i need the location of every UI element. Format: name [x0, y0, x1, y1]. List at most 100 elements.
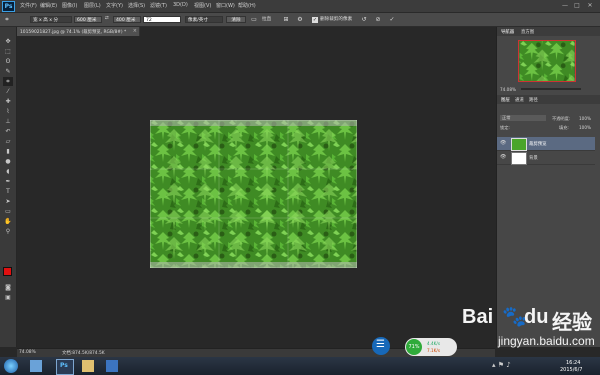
- gear-icon[interactable]: ⚙: [296, 16, 304, 23]
- reset-icon[interactable]: ↺: [360, 16, 368, 23]
- clock-date[interactable]: 2015/6/7: [560, 367, 582, 373]
- resolution-unit-select[interactable]: 像素/英寸: [185, 16, 223, 23]
- ie-icon[interactable]: [30, 360, 42, 372]
- overlay-grid-icon[interactable]: ⊞: [282, 16, 290, 23]
- photoshop-taskbar-icon[interactable]: Ps: [56, 359, 74, 375]
- minimize-button[interactable]: —: [560, 2, 570, 9]
- document-tab-title: 10159021827.jpg @ 74.1% (裁剪预览, RGB/8#) *: [20, 30, 127, 35]
- dodge-tool-icon[interactable]: ◖: [3, 167, 13, 176]
- wifi-icon[interactable]: ☰: [372, 337, 390, 355]
- menu-help[interactable]: 帮助(H): [238, 2, 256, 9]
- maximize-button[interactable]: □: [572, 2, 582, 9]
- menu-file[interactable]: 文件(F): [20, 2, 37, 9]
- layers-tabbar: 图层 通道 路径: [497, 95, 600, 104]
- pen-tool-icon[interactable]: ✒: [3, 177, 13, 186]
- layer-name[interactable]: 裁剪预览: [529, 141, 547, 147]
- quick-mask-icon[interactable]: ◙: [3, 283, 13, 292]
- blend-mode-select[interactable]: 正常: [500, 115, 546, 121]
- lock-label: 锁定:: [500, 125, 510, 130]
- menu-edit[interactable]: 编辑(E): [40, 2, 57, 9]
- opacity-value[interactable]: 100%: [579, 116, 591, 121]
- crop-ratio-select[interactable]: 宽 x 高 x 分: [30, 16, 72, 23]
- marquee-tool-icon[interactable]: ⬚: [3, 47, 13, 56]
- history-brush-icon[interactable]: ↶: [3, 127, 13, 136]
- crop-tool-icon-active[interactable]: ⌗: [3, 77, 13, 86]
- foreground-color-swatch[interactable]: [3, 267, 12, 276]
- blur-tool-icon[interactable]: ●: [3, 157, 13, 166]
- straighten-icon[interactable]: ▭: [250, 16, 258, 23]
- folder-icon[interactable]: [82, 360, 94, 372]
- menu-filter[interactable]: 滤镜(T): [150, 2, 167, 9]
- network-upload: 4.4K/s: [427, 341, 440, 346]
- menu-3d[interactable]: 3D(D): [173, 2, 188, 8]
- navigator-zoom[interactable]: 74.08%: [500, 87, 516, 92]
- navigator-zoom-slider[interactable]: [521, 88, 581, 90]
- quick-select-tool-icon[interactable]: ✎: [3, 67, 13, 76]
- menu-select[interactable]: 选择(S): [128, 2, 145, 9]
- tools-panel: ✥ ⬚ ʘ ✎ ⌗ ⁄ ✚ ⌇ ⊥ ↶ ▱ ▮ ● ◖ ✒ T ➤ ▭ ✋ ⚲ …: [0, 27, 17, 347]
- eye-icon[interactable]: 👁: [500, 140, 506, 146]
- gradient-tool-icon[interactable]: ▮: [3, 147, 13, 156]
- tray-icons[interactable]: ▴ ⚑ ♪: [492, 361, 511, 369]
- menu-bar: Ps 文件(F) 编辑(E) 图像(I) 图层(L) 文字(Y) 选择(S) 滤…: [0, 0, 600, 13]
- tab-navigator[interactable]: 导航器: [501, 29, 514, 35]
- cancel-icon[interactable]: ⊘: [374, 16, 382, 23]
- layer-name[interactable]: 背景: [529, 155, 538, 161]
- brush-tool-icon[interactable]: ⌇: [3, 107, 13, 116]
- healing-brush-icon[interactable]: ✚: [3, 97, 13, 106]
- hand-tool-icon[interactable]: ✋: [3, 217, 13, 226]
- tab-histogram[interactable]: 直方图: [521, 29, 534, 35]
- shape-tool-icon[interactable]: ▭: [3, 207, 13, 216]
- menu-view[interactable]: 视图(V): [194, 2, 211, 9]
- commit-checkmark-icon[interactable]: ✓: [388, 16, 396, 23]
- baidu-logo-du: du: [524, 306, 549, 328]
- lasso-tool-icon[interactable]: ʘ: [3, 57, 13, 66]
- path-select-icon[interactable]: ➤: [3, 197, 13, 206]
- windows-taskbar: Ps ▴ ⚑ ♪ 16:24 2015/6/7: [0, 357, 600, 375]
- image-canvas-ivy-leaves[interactable]: [150, 120, 357, 268]
- menu-type[interactable]: 文字(Y): [106, 2, 123, 9]
- navigator-thumbnail[interactable]: [518, 40, 576, 82]
- document-tab[interactable]: 10159021827.jpg @ 74.1% (裁剪预览, RGB/8#) *…: [17, 27, 140, 36]
- crop-tool-icon[interactable]: ⌗: [3, 16, 11, 23]
- resolution-field[interactable]: 72: [143, 16, 181, 23]
- tab-layers[interactable]: 图层: [501, 97, 510, 103]
- photoshop-logo: Ps: [2, 1, 15, 12]
- tab-channels[interactable]: 通道: [515, 97, 524, 103]
- crop-height-field[interactable]: 400 厘米: [113, 16, 141, 23]
- start-button[interactable]: [4, 359, 18, 373]
- crop-width-field[interactable]: 600 厘米: [74, 16, 102, 23]
- network-download: 7.1K/s: [427, 348, 440, 353]
- clear-button[interactable]: 清除: [226, 16, 246, 23]
- layer-row-background[interactable]: 👁 背景: [497, 151, 595, 165]
- move-tool-icon[interactable]: ✥: [3, 37, 13, 46]
- close-window-button[interactable]: ✕: [585, 2, 595, 9]
- zoom-tool-icon[interactable]: ⚲: [3, 227, 13, 236]
- clock-time[interactable]: 16:24: [566, 360, 580, 366]
- swap-icon[interactable]: ⇄: [105, 16, 109, 21]
- delete-cropped-checkbox[interactable]: ✓: [312, 17, 318, 23]
- document-size: 文档:874.5K/874.5K: [62, 351, 105, 356]
- menu-window[interactable]: 窗口(W): [216, 2, 235, 9]
- clone-stamp-icon[interactable]: ⊥: [3, 117, 13, 126]
- navigator-tabbar: 导航器 直方图: [497, 27, 600, 36]
- straighten-label[interactable]: 拉直: [262, 16, 271, 22]
- close-icon[interactable]: ×: [133, 28, 137, 34]
- eye-icon[interactable]: 👁: [500, 154, 506, 160]
- screen-mode-icon[interactable]: ▣: [3, 293, 13, 302]
- zoom-level[interactable]: 74.08%: [19, 350, 36, 355]
- app-icon[interactable]: [106, 360, 118, 372]
- layer-thumbnail: [511, 152, 527, 165]
- delete-cropped-label[interactable]: 删除裁剪的像素: [320, 16, 352, 22]
- baidu-url: jingyan.baidu.com: [498, 334, 595, 348]
- baidu-logo-jingyan: 经验: [552, 310, 592, 334]
- eyedropper-tool-icon[interactable]: ⁄: [3, 87, 13, 96]
- eraser-tool-icon[interactable]: ▱: [3, 137, 13, 146]
- fill-value[interactable]: 100%: [579, 125, 591, 130]
- menu-layer[interactable]: 图层(L): [84, 2, 101, 9]
- layer-row-crop-preview[interactable]: 👁 裁剪预览: [497, 137, 595, 151]
- network-meter[interactable]: 71% 4.4K/s 7.1K/s: [405, 338, 457, 356]
- type-tool-icon[interactable]: T: [3, 187, 13, 196]
- tab-paths[interactable]: 路径: [529, 97, 538, 103]
- menu-image[interactable]: 图像(I): [62, 2, 77, 9]
